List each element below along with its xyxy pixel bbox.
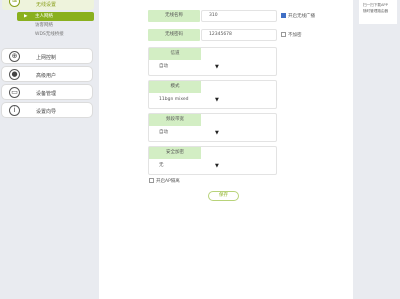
ap-isolation-label: 开启AP隔离	[156, 179, 180, 184]
device-icon: ▭	[9, 87, 20, 98]
bandwidth-section: 频段带宽 自动 ▼	[148, 113, 277, 142]
bandwidth-label: 频段带宽	[149, 114, 201, 126]
security-label: 安全加密	[149, 147, 201, 159]
sidebar-subitem-host-network[interactable]: ▶ 主人网络	[17, 12, 94, 21]
sidebar-subitem-label: WDS无线桥接	[35, 32, 64, 37]
password-input[interactable]: 12345678	[201, 29, 277, 41]
channel-value: 自动	[159, 64, 168, 69]
mode-value: 11bgn mixed	[159, 97, 189, 102]
wifi-icon: ≈	[9, 0, 20, 7]
channel-section: 信道 自动 ▼	[148, 47, 277, 76]
checkbox-unchecked-icon	[281, 32, 286, 37]
mode-select[interactable]: 11bgn mixed ▼	[149, 94, 226, 106]
info-icon: i	[9, 105, 20, 116]
sidebar-subitem-wds-bridge[interactable]: WDS无线桥接	[17, 30, 94, 39]
sidebar-group-label: 无线设置	[36, 2, 57, 8]
password-label: 无线密码	[148, 29, 200, 41]
sidebar-item-label: 上网控制	[36, 55, 57, 61]
checkbox-unchecked-icon	[149, 178, 154, 183]
arrow-right-icon: ▶	[24, 14, 28, 19]
sidebar-item-label: 设备管理	[36, 91, 57, 97]
no-encrypt-checkbox[interactable]: 不加密	[281, 32, 302, 38]
chevron-down-icon: ▼	[215, 97, 219, 103]
ssid-label: 无线名称	[148, 10, 200, 22]
right-panel: 扫一扫下载APP 随时管理路由器	[353, 0, 400, 299]
sidebar-subitem-label: 访客网络	[35, 23, 53, 28]
qr-caption-line1: 扫一扫下载APP	[363, 3, 388, 7]
ssid-input[interactable]: 310	[201, 10, 277, 22]
mode-section: 模式 11bgn mixed ▼	[148, 80, 277, 109]
user-icon: ●	[9, 69, 20, 80]
no-encrypt-label: 不加密	[288, 33, 302, 38]
chevron-down-icon: ▼	[215, 130, 219, 136]
sidebar-item-advanced-users[interactable]: ● 高级用户	[1, 66, 93, 82]
sidebar-item-label: 高级用户	[36, 73, 57, 79]
mode-label: 模式	[149, 81, 201, 93]
sidebar-group-wireless[interactable]: ≈ 无线设置	[2, 0, 94, 10]
save-button[interactable]: 保存	[208, 191, 239, 201]
sidebar: ≈ 无线设置 ▶ 主人网络 访客网络 WDS无线桥接 ⊕ 上网控制 ● 高级用户…	[0, 0, 99, 299]
qr-code-card: 扫一扫下载APP 随时管理路由器	[359, 0, 397, 24]
checkbox-checked-icon	[281, 13, 286, 18]
sidebar-item-internet-control[interactable]: ⊕ 上网控制	[1, 48, 93, 64]
sidebar-item-setup-wizard[interactable]: i 设置向导	[1, 102, 93, 118]
security-section: 安全加密 无 ▼	[148, 146, 277, 175]
sidebar-item-label: 设置向导	[36, 109, 57, 115]
bandwidth-value: 自动	[159, 130, 168, 135]
bandwidth-select[interactable]: 自动 ▼	[149, 127, 226, 139]
sidebar-item-device-management[interactable]: ▭ 设备管理	[1, 84, 93, 100]
chevron-down-icon: ▼	[215, 163, 219, 169]
security-value: 无	[159, 163, 164, 168]
chevron-down-icon: ▼	[215, 64, 219, 70]
qr-caption-line2: 随时管理路由器	[363, 9, 389, 13]
enable-broadcast-label: 开启无线广播	[288, 14, 315, 19]
globe-icon: ⊕	[9, 51, 20, 62]
channel-select[interactable]: 自动 ▼	[149, 61, 226, 73]
security-select[interactable]: 无 ▼	[149, 160, 226, 172]
sidebar-subitem-guest-network[interactable]: 访客网络	[17, 21, 94, 30]
ap-isolation-checkbox[interactable]: 开启AP隔离	[149, 178, 180, 184]
sidebar-subitem-label: 主人网络	[35, 14, 53, 19]
enable-broadcast-checkbox[interactable]: 开启无线广播	[281, 13, 315, 19]
channel-label: 信道	[149, 48, 201, 60]
